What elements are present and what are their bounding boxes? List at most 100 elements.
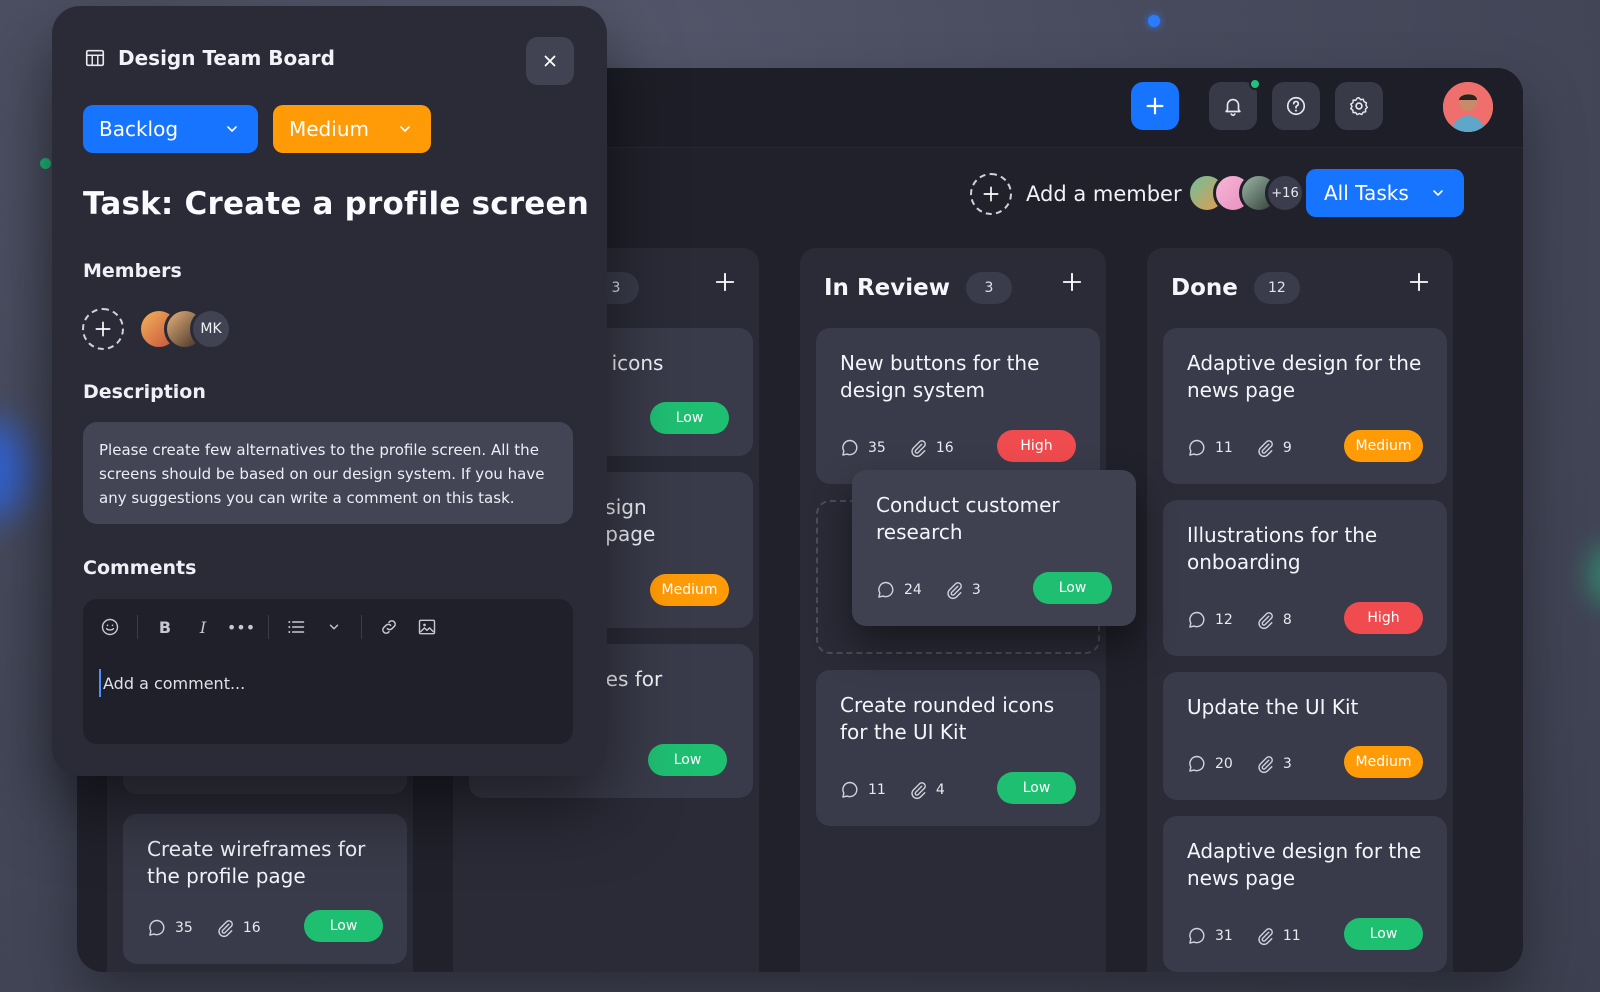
chevron-down-icon[interactable] (323, 616, 345, 638)
italic-icon[interactable]: I (192, 616, 214, 638)
members-label: Members (83, 260, 182, 282)
description-label: Description (83, 381, 206, 403)
priority-value: Medium (289, 117, 369, 141)
bold-icon[interactable]: B (154, 616, 176, 638)
priority-badge: Low (1033, 572, 1112, 604)
task-description[interactable]: Please create few alternatives to the pr… (83, 422, 573, 524)
comment-icon (149, 919, 165, 936)
task-card[interactable]: New buttons for the design system 35 16 … (816, 328, 1100, 484)
toolbar-divider (361, 615, 362, 639)
task-title: Task: Create a profile screen (83, 186, 590, 222)
attachment-count: 16 (935, 440, 954, 456)
board-name: Design Team Board (118, 46, 335, 70)
dragged-task-card[interactable]: Conduct customer research 24 3 Low (852, 470, 1136, 626)
close-panel-button[interactable] (526, 37, 574, 85)
list-icon[interactable] (285, 616, 307, 638)
priority-badge: Low (1344, 918, 1423, 950)
more-members-count: +16 (1265, 173, 1305, 213)
column-count: 12 (1253, 272, 1300, 304)
image-icon[interactable] (416, 616, 438, 638)
column-add-button[interactable] (1058, 268, 1086, 296)
paperclip-icon (1258, 756, 1273, 774)
add-member-icon (970, 173, 1012, 215)
column-add-button[interactable] (711, 268, 739, 296)
card-title: New buttons for the design system (840, 351, 1040, 402)
plus-icon (1062, 272, 1082, 292)
link-icon[interactable] (378, 616, 400, 638)
card-title: esign epage (593, 495, 656, 546)
priority-badge: Low (648, 744, 727, 776)
task-card[interactable]: Adaptive design for the news page 11 9 M… (1163, 328, 1447, 484)
card-meta: 24 3 (876, 580, 995, 600)
add-task-button[interactable] (1131, 82, 1179, 130)
column-header: Done 12 (1171, 272, 1300, 304)
priority-badge: Low (997, 772, 1076, 804)
comment-count: 20 (1215, 756, 1233, 772)
column-count: 3 (965, 272, 1012, 304)
bell-icon (1225, 98, 1241, 116)
chevron-down-icon (400, 126, 410, 132)
settings-button[interactable] (1335, 82, 1383, 130)
emoji-icon[interactable] (99, 616, 121, 638)
card-title: Update the UI Kit (1187, 695, 1359, 719)
card-meta: 11 9 (1187, 438, 1306, 458)
add-task-member-button[interactable] (82, 308, 124, 350)
editor-toolbar: B I ••• (99, 615, 438, 639)
comment-icon (1189, 927, 1205, 944)
status-dropdown[interactable]: Backlog (83, 105, 258, 153)
comment-input[interactable] (99, 669, 539, 697)
all-tasks-dropdown[interactable]: All Tasks (1306, 169, 1464, 217)
comment-count: 24 (904, 582, 922, 598)
card-meta: 20 3 (1187, 754, 1306, 774)
close-icon (544, 55, 556, 67)
attachment-count: 4 (935, 782, 945, 798)
gear-icon (1350, 97, 1368, 116)
plus-icon (1146, 97, 1164, 115)
more-icon[interactable]: ••• (227, 616, 255, 638)
card-meta: 35 16 (147, 918, 275, 938)
panel-header: Design Team Board (84, 46, 335, 70)
card-title: Adaptive design for the news page (1187, 351, 1422, 402)
attachment-count: 3 (971, 582, 981, 598)
task-card[interactable]: Create rounded icons for the UI Kit 11 4… (816, 670, 1100, 826)
comments-label: Comments (83, 557, 197, 579)
chevron-down-icon (227, 126, 237, 132)
member-avatars[interactable]: MK (138, 308, 232, 350)
user-avatar[interactable] (1443, 82, 1493, 132)
task-card[interactable]: Illustrations for the onboarding 12 8 Hi… (1163, 500, 1447, 656)
board-members[interactable]: +16 (1187, 173, 1305, 213)
comment-icon (1189, 439, 1205, 456)
board-icon (85, 49, 105, 67)
task-card[interactable]: Adaptive design for the news page 31 11 … (1163, 816, 1447, 972)
notifications-button[interactable] (1209, 78, 1261, 130)
avatar-portrait (1443, 82, 1493, 132)
priority-badge: High (997, 430, 1076, 462)
comment-editor: B I ••• (83, 599, 573, 744)
task-card[interactable]: Create wireframes for the profile page 3… (123, 814, 407, 964)
task-card[interactable]: Update the UI Kit 20 3 Medium (1163, 672, 1447, 800)
card-title: Conduct customer research (876, 493, 1060, 544)
notification-dot (1249, 78, 1261, 90)
comment-icon (1189, 755, 1205, 772)
priority-badge: Low (650, 402, 729, 434)
paperclip-icon (1258, 928, 1273, 946)
paperclip-icon (911, 782, 926, 800)
card-title: o icons (593, 351, 664, 375)
attachment-count: 3 (1282, 756, 1292, 772)
column-add-button[interactable] (1405, 268, 1433, 296)
priority-badge: Low (304, 910, 383, 942)
attachment-count: 16 (242, 920, 261, 936)
chevron-down-icon (1433, 190, 1443, 196)
priority-badge: Medium (1344, 746, 1423, 778)
add-member-button[interactable]: Add a member (970, 173, 1182, 215)
background-dot (1148, 15, 1160, 27)
priority-dropdown[interactable]: Medium (273, 105, 431, 153)
priority-badge: Medium (1344, 430, 1423, 462)
help-icon (1286, 96, 1306, 116)
help-button[interactable] (1272, 82, 1320, 130)
avatar-initials: MK (190, 308, 232, 350)
card-meta: 31 11 (1187, 926, 1315, 946)
comment-count: 11 (868, 782, 886, 798)
card-title: Create wireframes for the profile page (147, 837, 366, 888)
attachment-count: 9 (1282, 440, 1292, 456)
